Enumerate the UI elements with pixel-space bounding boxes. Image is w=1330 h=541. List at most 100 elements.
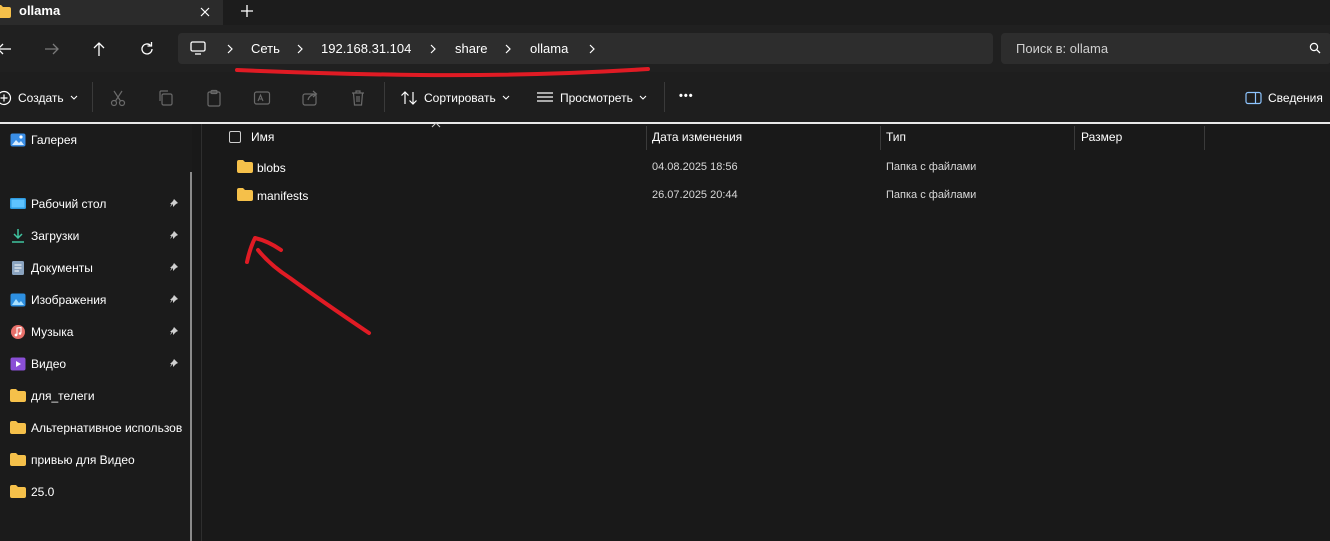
folder-icon: [10, 453, 26, 467]
sidebar-item-label: Альтернативное использов: [31, 421, 183, 435]
column-divider[interactable]: [646, 126, 647, 150]
new-tab-icon[interactable]: [238, 2, 256, 20]
table-row[interactable]: blobs 04.08.2025 18:56 Папка с файлами: [223, 154, 1023, 180]
chevron-right-icon[interactable]: [504, 44, 512, 54]
column-divider[interactable]: [1074, 126, 1075, 150]
sidebar-item-desktop[interactable]: Рабочий стол: [0, 190, 192, 218]
sidebar-item-video[interactable]: Видео: [0, 350, 192, 378]
chevron-right-icon[interactable]: [429, 44, 437, 54]
rename-icon[interactable]: [253, 89, 271, 107]
sidebar-item-label: Загрузки: [31, 229, 80, 243]
file-name: manifests: [257, 189, 309, 203]
details-pane-icon: [1245, 91, 1262, 105]
sort-ascending-icon: [431, 122, 441, 128]
folder-icon: [237, 160, 253, 173]
sidebar-item-folder[interactable]: 25.0: [0, 478, 192, 506]
folder-icon: [10, 389, 26, 403]
select-all-checkbox[interactable]: [229, 131, 241, 143]
chevron-right-icon[interactable]: [588, 44, 596, 54]
search-icon[interactable]: [1309, 42, 1321, 54]
maximize-icon[interactable]: [1236, 0, 1282, 8]
view-list-icon: [536, 91, 554, 105]
desktop-icon: [10, 197, 26, 211]
up-arrow-icon[interactable]: [89, 39, 109, 59]
breadcrumb-network[interactable]: Сеть: [251, 41, 280, 56]
minimize-icon[interactable]: [1190, 0, 1236, 8]
command-bar: Создать Сортировать Просмотреть ••• Свед…: [0, 72, 1330, 122]
create-button[interactable]: Создать: [0, 88, 78, 108]
view-label: Просмотреть: [560, 91, 633, 105]
sidebar-item-folder[interactable]: для_телеги: [0, 382, 192, 410]
column-divider[interactable]: [880, 126, 881, 150]
folder-icon: [10, 421, 26, 435]
pictures-icon: [10, 293, 26, 307]
pin-icon[interactable]: [169, 294, 179, 304]
details-button[interactable]: Сведения: [1245, 88, 1323, 108]
navigation-pane: Галерея Рабочий стол Загрузки Документы …: [0, 124, 192, 541]
close-tab-icon[interactable]: [197, 4, 213, 20]
sidebar-item-folder[interactable]: привью для Видео: [0, 446, 192, 474]
chevron-down-icon: [70, 95, 78, 101]
back-arrow-icon[interactable]: [0, 39, 14, 59]
address-bar[interactable]: Сеть 192.168.31.104 share ollama: [178, 33, 993, 64]
refresh-icon[interactable]: [137, 39, 157, 59]
chevron-right-icon[interactable]: [226, 44, 234, 54]
chevron-right-icon[interactable]: [296, 44, 304, 54]
sidebar-item-downloads[interactable]: Загрузки: [0, 222, 192, 250]
pin-icon[interactable]: [169, 262, 179, 272]
pin-icon[interactable]: [169, 358, 179, 368]
tab-strip: ollama: [0, 0, 1330, 25]
monitor-icon: [190, 41, 206, 55]
breadcrumb-share[interactable]: share: [455, 41, 488, 56]
pane-divider[interactable]: [201, 124, 202, 541]
cut-icon[interactable]: [109, 89, 127, 107]
table-row[interactable]: manifests 26.07.2025 20:44 Папка с файла…: [223, 182, 1023, 208]
breadcrumb-ollama[interactable]: ollama: [530, 41, 568, 56]
forward-arrow-icon[interactable]: [42, 39, 62, 59]
column-header-modified[interactable]: Дата изменения: [652, 130, 742, 144]
column-header-size[interactable]: Размер: [1081, 130, 1122, 144]
close-window-icon[interactable]: [1282, 0, 1328, 8]
tab-ollama[interactable]: ollama: [0, 0, 223, 25]
breadcrumb-host[interactable]: 192.168.31.104: [321, 41, 411, 56]
file-modified: 04.08.2025 18:56: [652, 161, 738, 173]
sort-button[interactable]: Сортировать: [400, 88, 510, 108]
file-list: Имя Дата изменения Тип Размер blobs 04.0…: [203, 122, 1330, 541]
delete-icon[interactable]: [349, 89, 367, 107]
video-icon: [10, 357, 26, 371]
search-input[interactable]: Поиск в: ollama: [1001, 33, 1330, 64]
sidebar-item-label: Галерея: [31, 133, 78, 147]
share-icon[interactable]: [301, 89, 319, 107]
music-icon: [10, 325, 26, 339]
copy-icon[interactable]: [157, 89, 175, 107]
sidebar-item-music[interactable]: Музыка: [0, 318, 192, 346]
pin-icon[interactable]: [169, 326, 179, 336]
column-divider[interactable]: [1204, 126, 1205, 150]
sidebar-item-label: 25.0: [31, 485, 55, 499]
pin-icon[interactable]: [169, 198, 179, 208]
file-type: Папка с файлами: [886, 189, 977, 201]
sidebar-item-gallery[interactable]: Галерея: [0, 126, 192, 154]
sidebar-item-label: Рабочий стол: [31, 197, 107, 211]
more-options-button[interactable]: •••: [679, 86, 694, 106]
pin-icon[interactable]: [169, 230, 179, 240]
divider: [92, 82, 93, 112]
tab-title: ollama: [19, 3, 61, 18]
sidebar-scrollbar[interactable]: [190, 172, 192, 541]
column-header-name[interactable]: Имя: [251, 130, 274, 144]
document-icon: [10, 261, 26, 275]
chevron-down-icon: [502, 95, 510, 101]
chevron-down-icon: [639, 95, 647, 101]
column-header-type[interactable]: Тип: [886, 130, 906, 144]
divider: [664, 82, 665, 112]
view-button[interactable]: Просмотреть: [536, 88, 647, 108]
download-icon: [10, 229, 26, 243]
sidebar-item-folder[interactable]: Альтернативное использов: [0, 414, 192, 442]
plus-circle-icon: [0, 90, 12, 106]
paste-icon[interactable]: [205, 89, 223, 107]
sidebar-item-documents[interactable]: Документы: [0, 254, 192, 282]
gallery-icon: [10, 133, 26, 147]
sidebar-item-label: Музыка: [31, 325, 74, 339]
sidebar-item-pictures[interactable]: Изображения: [0, 286, 192, 314]
navigation-bar: Сеть 192.168.31.104 share ollama Поиск в…: [0, 25, 1330, 72]
